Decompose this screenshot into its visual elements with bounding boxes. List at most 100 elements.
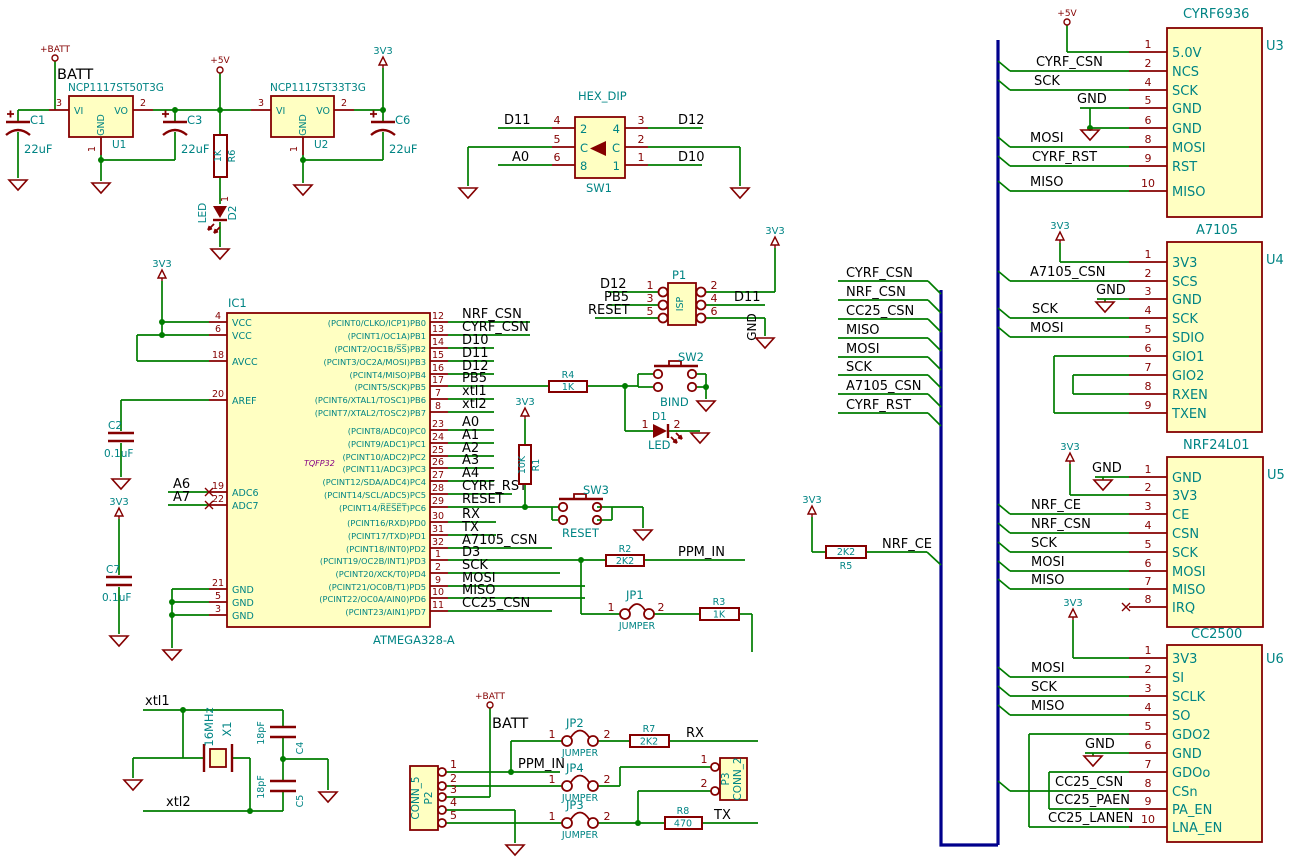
- net-label: D12: [678, 113, 705, 128]
- schematic-canvas: +BATT BATT +5V 3V3 C1 22uF NCP1117ST50T3…: [0, 0, 1290, 867]
- pin-number: 17: [432, 375, 444, 386]
- ref-label: JP2: [565, 716, 584, 730]
- pin-name: 5.0V: [1172, 46, 1202, 61]
- pin-name: 4: [613, 122, 620, 136]
- pin-number: 2: [604, 773, 611, 786]
- pin-number: 9: [1145, 399, 1152, 412]
- ref-label: U2: [314, 139, 328, 151]
- pin-number: 3: [638, 114, 645, 127]
- pin-number: 1: [289, 146, 300, 152]
- pin-name: SDIO: [1172, 331, 1204, 346]
- pin-number: 32: [432, 537, 444, 548]
- pin-number: 6: [1145, 114, 1152, 127]
- pin-name: (PCINT17/TXD)PD1: [348, 531, 426, 541]
- pin-number: 6: [1145, 739, 1152, 752]
- junction-dot: [522, 504, 528, 510]
- pin-name: 1: [613, 159, 620, 173]
- pin-number: 2: [341, 98, 347, 109]
- pin-number: 3: [450, 783, 457, 796]
- pin-number: 11: [432, 600, 444, 611]
- value-label: 22uF: [389, 142, 418, 156]
- pin-name: ADC7: [232, 501, 259, 512]
- pin-number: 1: [638, 151, 645, 164]
- pin-number: 1: [642, 418, 649, 431]
- net-label: D10: [678, 150, 705, 165]
- net-label: NRF_CSN: [1031, 517, 1091, 532]
- net-label: D11: [504, 113, 531, 128]
- pin-name: (PCINT11/ADC3)PC3: [342, 464, 426, 474]
- ref-label: JP3: [565, 798, 584, 812]
- pin-number: 7: [1145, 361, 1152, 374]
- pin-number: 5: [554, 133, 561, 146]
- pin-number: 4: [1145, 519, 1152, 532]
- junction-dot: [703, 384, 709, 390]
- power-flag-label: 3V3: [152, 259, 172, 270]
- pin-name: GND: [1172, 102, 1202, 117]
- pin-number: 3: [1145, 682, 1152, 695]
- pin-number: 7: [1145, 575, 1152, 588]
- pin-number: 9: [1145, 152, 1152, 165]
- net-label: MOSI: [846, 342, 880, 357]
- net-label: MISO: [1031, 573, 1065, 588]
- ref-label: R3: [713, 597, 726, 608]
- pin-name: (PCINT14/SCL/ADC5)PC5: [324, 490, 426, 500]
- ref-label: R5: [840, 561, 853, 572]
- pin-number: 6: [1145, 342, 1152, 355]
- junction-dot: [635, 820, 641, 826]
- pin-number: 1: [647, 279, 654, 292]
- pin-number: 3: [56, 98, 62, 109]
- pin-name: (PCINT12/SDA/ADC4)PC4: [322, 477, 426, 487]
- pin-name: VI: [276, 106, 285, 117]
- pin-number: 3: [215, 604, 221, 615]
- power-flag-label: 3V3: [373, 46, 393, 57]
- value-label: ATMEGA328-A: [373, 633, 455, 647]
- pin-number: 14: [432, 337, 444, 348]
- net-label: CC25_PAEN: [1055, 793, 1130, 808]
- pin-number: 23: [432, 419, 444, 430]
- pin-number: 4: [1145, 304, 1152, 317]
- pin-name: C: [612, 141, 620, 155]
- ref-label: IC1: [228, 296, 247, 310]
- value-label: 0.1uF: [102, 592, 131, 604]
- pin-number: 5: [450, 809, 457, 822]
- ref-label: R1: [531, 459, 542, 472]
- pin-number: 1: [450, 758, 457, 771]
- value-label: 18pF: [256, 721, 267, 745]
- ref-label: C2: [108, 420, 122, 432]
- value-label: JUMPER: [561, 830, 599, 841]
- pin-number: 1: [549, 773, 556, 786]
- pin-number: 4: [711, 292, 718, 305]
- pin-name: GDOo: [1172, 766, 1210, 781]
- ref-label: R7: [643, 724, 656, 735]
- pin-name: (PCINT10/ADC2)PC2: [342, 452, 426, 462]
- pin-name: (PCINT20/XCK/T0)PD4: [336, 569, 426, 579]
- value-label: CONN_5: [410, 776, 422, 819]
- part-label: HEX_DIP: [578, 89, 627, 103]
- power-flag-label: 3V3: [1063, 598, 1083, 609]
- ref-label: P1: [672, 268, 686, 282]
- pin-number: 2: [435, 562, 441, 573]
- pin-number: 1: [1145, 248, 1152, 261]
- pin-number: 1: [220, 196, 231, 202]
- pin-number: 4: [1145, 76, 1152, 89]
- pin-number: 2: [140, 98, 146, 109]
- pin-name: CE: [1172, 508, 1189, 523]
- power-flag-label: 3V3: [1060, 442, 1080, 453]
- value-label: ISP: [675, 296, 686, 311]
- power-flag-label: 3V3: [109, 497, 129, 508]
- pin-number: 2: [1145, 481, 1152, 494]
- net-label: SCK: [1034, 74, 1060, 89]
- connector-p2[interactable]: CONN_5 P2 1 2 3 4 5: [410, 758, 457, 830]
- pin-number: 24: [432, 432, 444, 443]
- pin-name: (PCINT7/XTAL2/TOSC2)PB7: [315, 408, 426, 418]
- pin-name: LNA_EN: [1172, 821, 1222, 836]
- value-label: JUMPER: [561, 748, 599, 759]
- ref-label: D2: [227, 206, 239, 221]
- net-label: NRF_CE: [882, 537, 932, 552]
- ref-label: C7: [106, 564, 120, 576]
- ref-label: C3: [187, 113, 202, 127]
- pin-name: CSN: [1172, 527, 1199, 542]
- value-label: 22uF: [24, 142, 53, 156]
- ref-label: R4: [562, 370, 575, 381]
- junction-dot: [247, 808, 253, 814]
